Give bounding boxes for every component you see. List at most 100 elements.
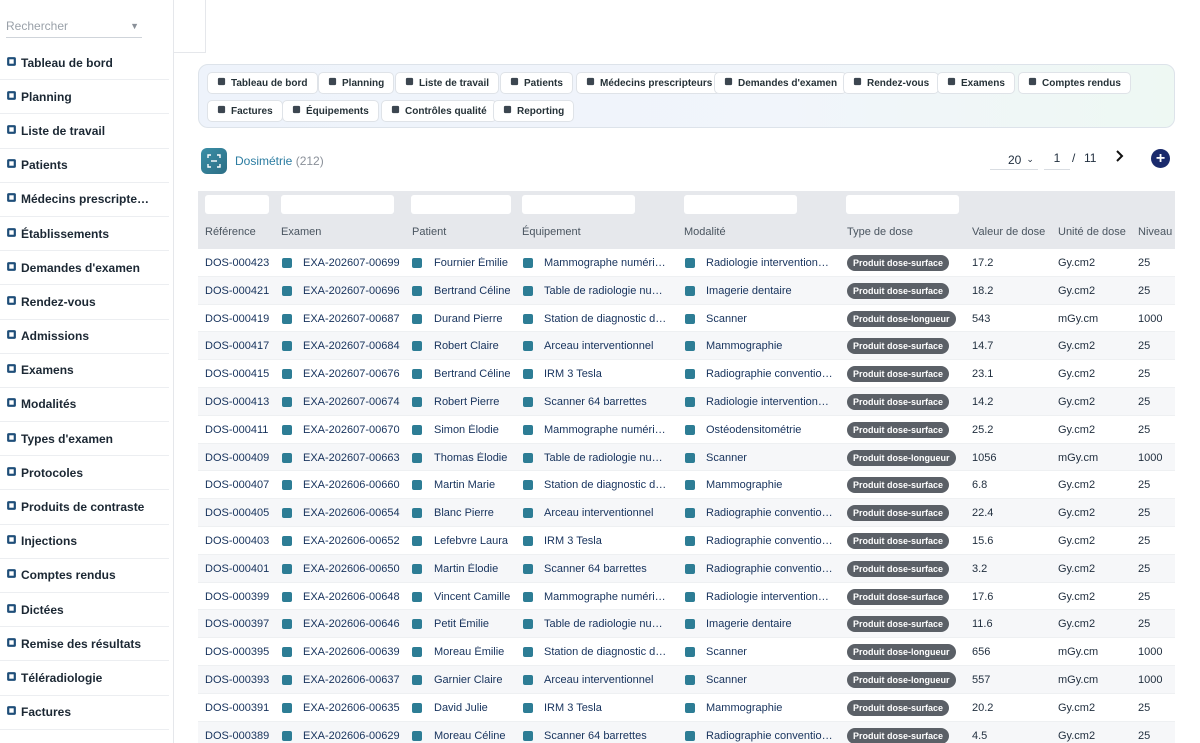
sidebar-item[interactable]: Médecins prescripte…: [0, 183, 169, 217]
sidebar-item[interactable]: Planning: [0, 80, 169, 115]
table-row[interactable]: DOS-000423 EXA-202607-00699 Fournier Émili…: [198, 249, 1175, 277]
filter-input-reference[interactable]: [205, 195, 269, 214]
cell-exam[interactable]: EXA-202607-00687: [303, 313, 409, 325]
column-header-exam[interactable]: Examen: [281, 226, 321, 238]
cell-reference[interactable]: DOS-000419: [205, 313, 280, 325]
add-button[interactable]: +: [1151, 149, 1170, 168]
table-row[interactable]: DOS-000401 EXA-202606-00650 Martin Élodie S…: [198, 554, 1175, 583]
column-header-dose-unit[interactable]: Unité de dose: [1058, 226, 1126, 238]
cell-patient[interactable]: Bertrand Céline: [434, 368, 524, 380]
cell-modality[interactable]: Imagerie dentaire: [706, 618, 834, 630]
quick-link-chip[interactable]: Équipements: [282, 100, 379, 122]
sidebar-item[interactable]: Admissions: [0, 320, 169, 354]
cell-exam[interactable]: EXA-202606-00650: [303, 563, 409, 575]
cell-patient[interactable]: Robert Pierre: [434, 396, 524, 408]
filter-input-exam[interactable]: [281, 195, 394, 214]
cell-exam[interactable]: EXA-202606-00652: [303, 535, 409, 547]
sidebar-item[interactable]: Types d'examen: [0, 422, 169, 457]
cell-patient[interactable]: Moreau Céline: [434, 730, 524, 742]
sidebar-item[interactable]: Rendez-vous: [0, 285, 169, 320]
cell-patient[interactable]: Petit Émilie: [434, 618, 524, 630]
column-header-reference[interactable]: Référence: [205, 226, 256, 238]
cell-exam[interactable]: EXA-202606-00629: [303, 730, 409, 742]
cell-equipment[interactable]: Mammographe numéri…: [544, 591, 668, 603]
sidebar-item[interactable]: Patients: [0, 149, 169, 183]
cell-equipment[interactable]: Table de radiologie num…: [544, 618, 668, 630]
sidebar-item[interactable]: Téléradiologie: [0, 661, 169, 696]
sidebar-item[interactable]: Produits de contraste: [0, 490, 169, 525]
cell-reference[interactable]: DOS-000413: [205, 396, 280, 408]
cell-modality[interactable]: Radiologie intervention…: [706, 591, 834, 603]
cell-exam[interactable]: EXA-202606-00639: [303, 646, 409, 658]
table-row[interactable]: DOS-000413 EXA-202607-00674 Robert Pierre S…: [198, 387, 1175, 416]
sidebar-item[interactable]: Demandes d'examen: [0, 251, 169, 286]
cell-patient[interactable]: Martin Élodie: [434, 563, 524, 575]
table-row[interactable]: DOS-000391 EXA-202606-00635 David Julie IRM…: [198, 694, 1175, 722]
cell-equipment[interactable]: IRM 3 Tesla: [544, 368, 668, 380]
cell-reference[interactable]: DOS-000393: [205, 674, 280, 686]
table-row[interactable]: DOS-000421 EXA-202607-00696 Bertrand Célin…: [198, 276, 1175, 305]
column-header-patient[interactable]: Patient: [412, 226, 446, 238]
table-row[interactable]: DOS-000415 EXA-202607-00676 Bertrand Célin…: [198, 360, 1175, 388]
cell-reference[interactable]: DOS-000403: [205, 535, 280, 547]
table-row[interactable]: DOS-000397 EXA-202606-00646 Petit Émilie Ta…: [198, 610, 1175, 639]
cell-modality[interactable]: Radiographie conventio…: [706, 730, 834, 742]
cell-exam[interactable]: EXA-202607-00670: [303, 424, 409, 436]
quick-link-chip[interactable]: Reporting: [493, 100, 575, 122]
cell-modality[interactable]: Radiographie conventio…: [706, 507, 834, 519]
sidebar-item[interactable]: Comptes rendus: [0, 559, 169, 593]
cell-modality[interactable]: Radiographie conventio…: [706, 563, 834, 575]
cell-modality[interactable]: Scanner: [706, 646, 834, 658]
cell-modality[interactable]: Radiologie intervention…: [706, 396, 834, 408]
cell-patient[interactable]: Thomas Élodie: [434, 452, 524, 464]
sidebar-item[interactable]: Factures: [0, 696, 169, 730]
cell-equipment[interactable]: Scanner 64 barrettes: [544, 563, 668, 575]
cell-reference[interactable]: DOS-000389: [205, 730, 280, 742]
cell-equipment[interactable]: Arceau interventionnel: [544, 674, 668, 686]
cell-equipment[interactable]: Scanner 64 barrettes: [544, 730, 668, 742]
quick-link-chip[interactable]: Demandes d'examen: [714, 72, 848, 94]
sidebar-item[interactable]: Établissements: [0, 217, 169, 252]
cell-modality[interactable]: Ostéodensitométrie: [706, 424, 834, 436]
cell-reference[interactable]: DOS-000399: [205, 591, 280, 603]
filter-input-modality[interactable]: [684, 195, 797, 214]
cell-reference[interactable]: DOS-000397: [205, 618, 280, 630]
cell-patient[interactable]: Lefebvre Laura: [434, 535, 524, 547]
cell-exam[interactable]: EXA-202607-00676: [303, 368, 409, 380]
cell-exam[interactable]: EXA-202607-00663: [303, 452, 409, 464]
table-row[interactable]: DOS-000409 EXA-202607-00663 Thomas Élodie T…: [198, 443, 1175, 472]
cell-equipment[interactable]: Scanner 64 barrettes: [544, 396, 668, 408]
cell-modality[interactable]: Scanner: [706, 452, 834, 464]
cell-equipment[interactable]: Mammographe numéri…: [544, 257, 668, 269]
cell-patient[interactable]: Blanc Pierre: [434, 507, 524, 519]
cell-modality[interactable]: Mammographie: [706, 479, 834, 491]
cell-modality[interactable]: Mammographie: [706, 702, 834, 714]
cell-modality[interactable]: Radiographie conventio…: [706, 535, 834, 547]
cell-equipment[interactable]: Table de radiologie num…: [544, 452, 668, 464]
cell-modality[interactable]: Mammographie: [706, 340, 834, 352]
sidebar-item[interactable]: Tableau de bord: [0, 46, 169, 81]
quick-link-chip[interactable]: Planning: [318, 72, 395, 94]
column-header-equipment[interactable]: Équipement: [522, 226, 581, 238]
quick-link-chip[interactable]: Tableau de bord: [207, 72, 318, 94]
sidebar-item[interactable]: Examens: [0, 354, 169, 388]
cell-equipment[interactable]: Arceau interventionnel: [544, 507, 668, 519]
table-row[interactable]: DOS-000395 EXA-202606-00639 Moreau Émilie S…: [198, 638, 1175, 666]
cell-patient[interactable]: Simon Élodie: [434, 424, 524, 436]
cell-patient[interactable]: Robert Claire: [434, 340, 524, 352]
cell-equipment[interactable]: Station de diagnostic d…: [544, 646, 668, 658]
filter-input-patient[interactable]: [411, 195, 511, 214]
cell-patient[interactable]: Moreau Émilie: [434, 646, 524, 658]
cell-reference[interactable]: DOS-000415: [205, 368, 280, 380]
sidebar-item[interactable]: Remise des résultats: [0, 627, 169, 662]
table-row[interactable]: DOS-000407 EXA-202606-00660 Martin Marie St…: [198, 471, 1175, 500]
cell-exam[interactable]: EXA-202606-00648: [303, 591, 409, 603]
cell-exam[interactable]: EXA-202607-00699: [303, 257, 409, 269]
table-row[interactable]: DOS-000403 EXA-202606-00652 Lefebvre Laura…: [198, 527, 1175, 555]
quick-link-chip[interactable]: Contrôles qualité: [381, 100, 497, 122]
column-header-dose-type[interactable]: Type de dose: [847, 226, 913, 238]
current-page-input[interactable]: 1: [1044, 150, 1070, 170]
cell-modality[interactable]: Imagerie dentaire: [706, 285, 834, 297]
cell-reference[interactable]: DOS-000407: [205, 479, 280, 491]
cell-exam[interactable]: EXA-202606-00637: [303, 674, 409, 686]
